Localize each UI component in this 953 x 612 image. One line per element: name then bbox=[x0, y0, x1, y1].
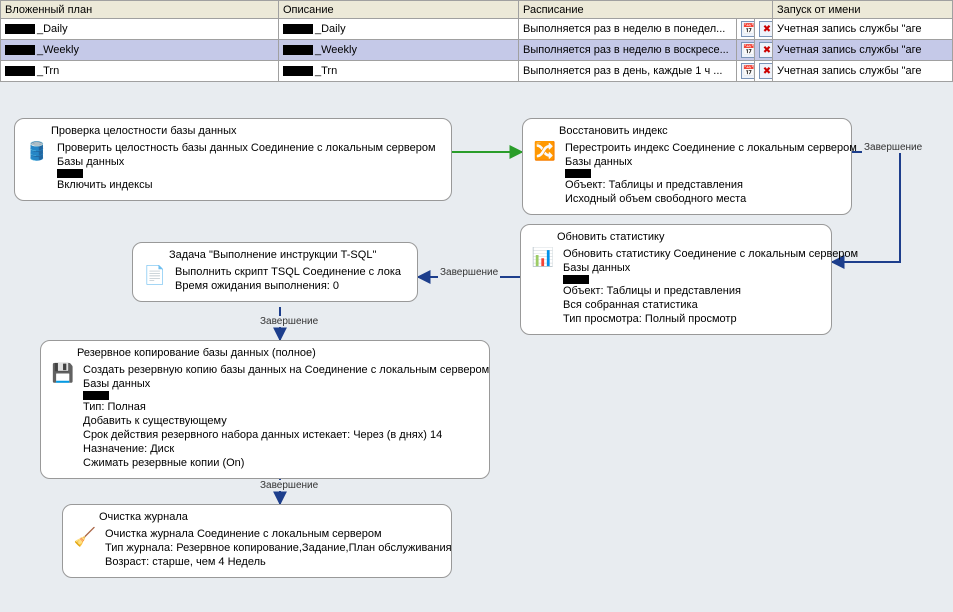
cell-edit-schedule[interactable] bbox=[737, 61, 755, 82]
calendar-icon[interactable] bbox=[741, 21, 755, 37]
node-details: Перестроить индекс Соединение с локальны… bbox=[565, 141, 857, 206]
database-icon: 🛢️ bbox=[25, 141, 49, 192]
calendar-icon[interactable] bbox=[741, 42, 755, 58]
node-details: Обновить статистику Соединение с локальн… bbox=[563, 247, 858, 326]
arrow-label: Завершение bbox=[438, 267, 500, 278]
node-rebuild-index[interactable]: Восстановить индекс 🔀 Перестроить индекс… bbox=[522, 118, 852, 215]
node-integrity-check[interactable]: Проверка целостности базы данных 🛢️ Пров… bbox=[14, 118, 452, 201]
plans-table[interactable]: Вложенный план Описание Расписание Запус… bbox=[0, 0, 953, 82]
node-title: Задача "Выполнение инструкции T-SQL" bbox=[169, 249, 407, 261]
header-plan[interactable]: Вложенный план bbox=[1, 1, 279, 19]
cell-sched[interactable]: Выполняется раз в неделю в воскресе... bbox=[519, 40, 737, 61]
node-details: Выполнить скрипт TSQL Соединение с лока … bbox=[175, 265, 401, 293]
header-desc[interactable]: Описание bbox=[279, 1, 519, 19]
cell-desc[interactable]: _Trn bbox=[279, 61, 519, 82]
delete-icon[interactable] bbox=[759, 42, 773, 58]
header-runas[interactable]: Запуск от имени bbox=[773, 1, 953, 19]
table-row[interactable]: _Weekly_WeeklyВыполняется раз в неделю в… bbox=[1, 40, 953, 61]
node-title: Проверка целостности базы данных bbox=[51, 125, 441, 137]
statistics-icon: 📊 bbox=[531, 247, 555, 326]
cell-delete-schedule[interactable] bbox=[755, 19, 773, 40]
workflow-canvas[interactable]: Завершение Завершение Завершение Заверше… bbox=[0, 92, 953, 612]
cell-runas[interactable]: Учетная запись службы "аге bbox=[773, 19, 953, 40]
node-tsql-task[interactable]: Задача "Выполнение инструкции T-SQL" 📄 В… bbox=[132, 242, 418, 302]
cell-edit-schedule[interactable] bbox=[737, 40, 755, 61]
node-details: Создать резервную копию базы данных на С… bbox=[83, 363, 489, 470]
table-row[interactable]: _Daily_DailyВыполняется раз в неделю в п… bbox=[1, 19, 953, 40]
cell-sched[interactable]: Выполняется раз в неделю в понедел... bbox=[519, 19, 737, 40]
header-sched[interactable]: Расписание bbox=[519, 1, 773, 19]
node-title: Обновить статистику bbox=[557, 231, 821, 243]
cell-edit-schedule[interactable] bbox=[737, 19, 755, 40]
cell-delete-schedule[interactable] bbox=[755, 61, 773, 82]
calendar-icon[interactable] bbox=[741, 63, 755, 79]
node-details: Очистка журнала Соединение с локальным с… bbox=[105, 527, 452, 569]
cell-runas[interactable]: Учетная запись службы "аге bbox=[773, 40, 953, 61]
cell-plan[interactable]: _Daily bbox=[1, 19, 279, 40]
arrow-label: Завершение bbox=[258, 316, 320, 327]
index-icon: 🔀 bbox=[533, 141, 557, 206]
arrow-label: Завершение bbox=[258, 480, 320, 491]
delete-icon[interactable] bbox=[759, 63, 773, 79]
node-title: Восстановить индекс bbox=[559, 125, 841, 137]
cell-plan[interactable]: _Weekly bbox=[1, 40, 279, 61]
node-title: Очистка журнала bbox=[99, 511, 441, 523]
script-icon: 📄 bbox=[143, 265, 167, 293]
node-history-cleanup[interactable]: Очистка журнала 🧹 Очистка журнала Соедин… bbox=[62, 504, 452, 578]
node-details: Проверить целостность базы данных Соедин… bbox=[57, 141, 436, 192]
cell-desc[interactable]: _Weekly bbox=[279, 40, 519, 61]
node-backup-full[interactable]: Резервное копирование базы данных (полно… bbox=[40, 340, 490, 479]
arrow-label: Завершение bbox=[862, 142, 924, 153]
cleanup-icon: 🧹 bbox=[73, 527, 97, 569]
cell-runas[interactable]: Учетная запись службы "аге bbox=[773, 61, 953, 82]
cell-plan[interactable]: _Trn bbox=[1, 61, 279, 82]
table-row[interactable]: _Trn_TrnВыполняется раз в день, каждые 1… bbox=[1, 61, 953, 82]
delete-icon[interactable] bbox=[759, 21, 773, 37]
table-header-row: Вложенный план Описание Расписание Запус… bbox=[1, 1, 953, 19]
backup-icon: 💾 bbox=[51, 363, 75, 470]
cell-desc[interactable]: _Daily bbox=[279, 19, 519, 40]
cell-delete-schedule[interactable] bbox=[755, 40, 773, 61]
node-title: Резервное копирование базы данных (полно… bbox=[77, 347, 479, 359]
cell-sched[interactable]: Выполняется раз в день, каждые 1 ч ... bbox=[519, 61, 737, 82]
node-update-statistics[interactable]: Обновить статистику 📊 Обновить статистик… bbox=[520, 224, 832, 335]
